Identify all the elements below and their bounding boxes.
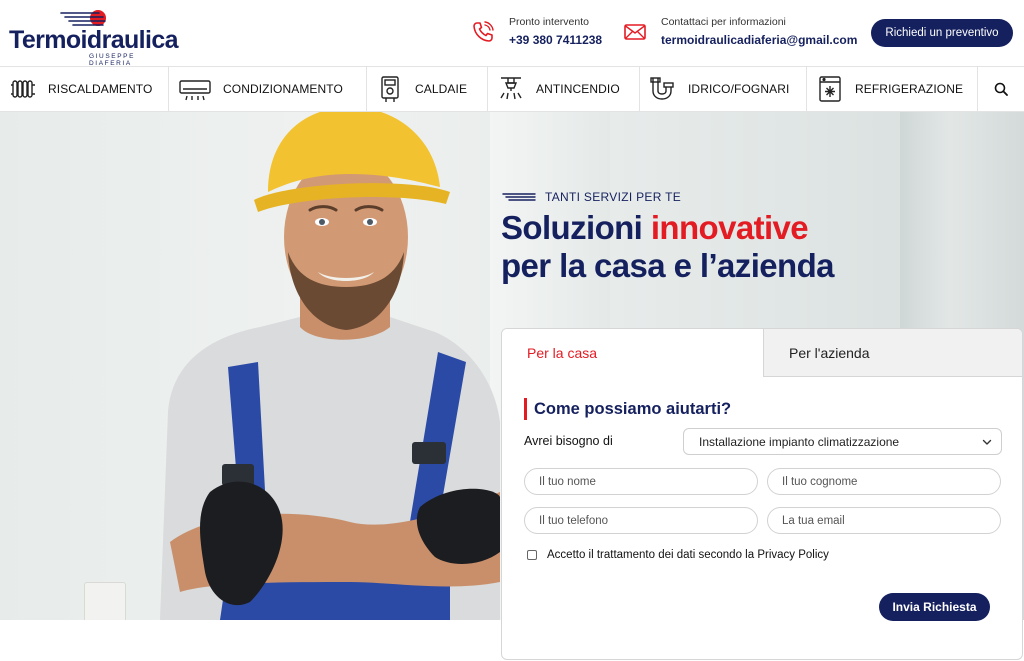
hero-headline: Soluzioni innovative per la casa e l’azi… [501,209,921,285]
headline-accent: innovative [650,209,809,246]
chevron-down-icon [982,439,992,445]
privacy-consent: Accetto il trattamento dei dati secondo … [527,548,829,562]
nav-label: ANTINCENDIO [536,82,620,96]
search-icon [994,82,1008,96]
site-header: Termoidraulica GIUSEPPE DIAFERIA Pronto … [0,0,1024,67]
nav-item-idrico-fognari[interactable]: IDRICO/FOGNARI [640,67,807,111]
phone-icon [473,21,494,42]
service-select[interactable]: Installazione impianto climatizzazione [683,428,1002,455]
form-tabs: Per la casa Per l'azienda [502,329,1022,377]
privacy-checkbox[interactable] [527,550,537,560]
category-nav: RISCALDAMENTO CONDIZIONAMENTO CALDAIE AN… [0,66,1024,112]
pipe-icon [648,74,678,104]
wall-outlet-image [84,582,126,620]
logo-subtitle: GIUSEPPE DIAFERIA [89,53,136,67]
hero-kicker: TANTI SERVIZI PER TE [501,189,681,205]
first-name-input[interactable]: Il tuo nome [524,468,758,495]
refrigerator-icon [815,74,845,104]
need-label: Avrei bisogno di [524,434,613,448]
site-logo[interactable]: Termoidraulica GIUSEPPE DIAFERIA [9,8,179,67]
headline-line2: per la casa e l’azienda [501,247,835,284]
phone-label: Pronto intervento [509,16,589,28]
nav-item-refrigerazione[interactable]: REFRIGERAZIONE [807,67,978,111]
tab-per-l-azienda[interactable]: Per l'azienda [763,329,1022,377]
nav-item-condizionamento[interactable]: CONDIZIONAMENTO [169,67,367,111]
privacy-consent-label[interactable]: Accetto il trattamento dei dati secondo … [547,549,829,561]
request-form-card: Per la casa Per l'azienda Come possiamo … [501,328,1023,660]
nav-label: CALDAIE [415,82,468,96]
headline-part1: Soluzioni [501,209,651,246]
last-name-input[interactable]: Il tuo cognome [767,468,1001,495]
hero-kicker-text: TANTI SERVIZI PER TE [545,190,682,204]
email-contact[interactable]: Contattaci per informazioni termoidrauli… [623,14,857,50]
nav-item-caldaie[interactable]: CALDAIE [367,67,488,111]
phone-input[interactable]: Il tuo telefono [524,507,758,534]
service-select-value: Installazione impianto climatizzazione [699,434,900,449]
nav-item-riscaldamento[interactable]: RISCALDAMENTO [0,67,169,111]
air-conditioner-icon [177,74,213,104]
boiler-icon [375,74,405,104]
mail-icon [624,24,646,40]
nav-label: RISCALDAMENTO [48,82,153,96]
search-button[interactable] [978,67,1024,111]
logo-text: Termoidraulica [9,26,179,54]
sprinkler-icon [496,74,526,104]
phone-number[interactable]: +39 380 7411238 [509,33,602,47]
nav-label: CONDIZIONAMENTO [223,82,343,96]
form-title: Come possiamo aiutarti? [524,398,731,420]
nav-label: REFRIGERAZIONE [855,82,964,96]
radiator-icon [8,74,38,104]
email-address[interactable]: termoidraulicadiaferia@gmail.com [661,33,857,47]
nav-label: IDRICO/FOGNARI [688,82,790,96]
worker-photo [160,112,500,620]
tab-per-la-casa[interactable]: Per la casa [502,329,763,377]
email-input[interactable]: La tua email [767,507,1001,534]
nav-item-antincendio[interactable]: ANTINCENDIO [488,67,640,111]
email-label: Contattaci per informazioni [661,16,786,28]
speed-lines-icon [502,193,536,201]
submit-request-button[interactable]: Invia Richiesta [879,593,990,621]
phone-contact[interactable]: Pronto intervento +39 380 7411238 [471,14,611,50]
request-quote-button[interactable]: Richiedi un preventivo [871,19,1013,47]
